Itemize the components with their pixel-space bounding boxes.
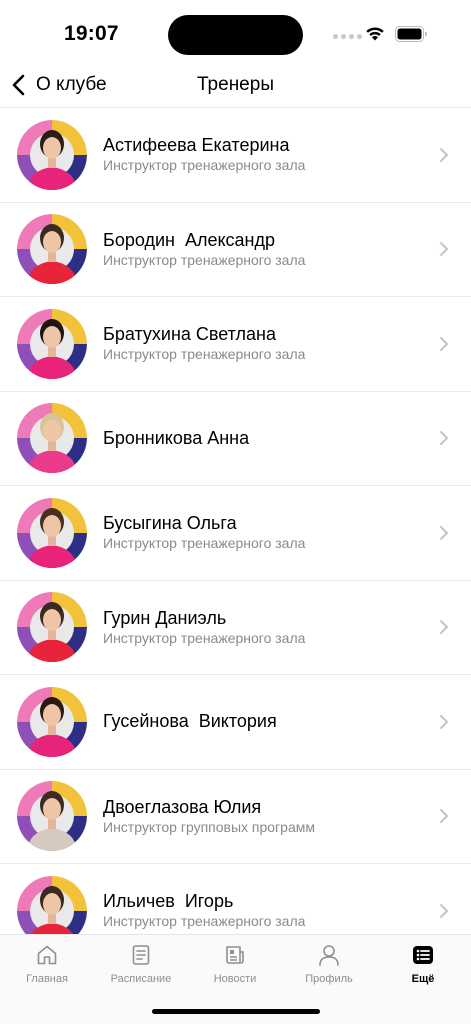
tab-label: Новости	[213, 973, 257, 985]
tab-home[interactable]: Главная	[0, 943, 94, 985]
trainer-row[interactable]: Братухина Светлана Инструктор тренажерно…	[0, 297, 471, 392]
news-icon	[226, 946, 244, 964]
tab-label: Ещё	[411, 973, 435, 985]
wifi-icon	[366, 27, 384, 41]
more-icon	[413, 946, 433, 964]
chevron-right-icon	[440, 336, 448, 351]
trainer-row[interactable]: Бусыгина Ольга Инструктор тренажерного з…	[0, 486, 471, 581]
trainer-row[interactable]: Двоеглазова Юлия Инструктор групповых пр…	[0, 770, 471, 864]
trainer-role: Инструктор тренажерного зала	[103, 629, 306, 646]
trainer-avatar	[17, 875, 87, 934]
home-indicator	[152, 1009, 320, 1014]
chevron-right-icon	[440, 147, 448, 162]
trainer-row[interactable]: Бронникова Анна	[0, 392, 471, 486]
trainer-name: Двоеглазова Юлия	[103, 796, 262, 817]
tab-schedule[interactable]: Расписание	[94, 943, 188, 985]
schedule-icon	[132, 945, 150, 965]
chevron-right-icon	[440, 242, 448, 257]
trainer-avatar	[17, 403, 87, 474]
tab-more[interactable]: Ещё	[376, 943, 470, 985]
chevron-right-icon	[440, 903, 448, 918]
trainer-role: Инструктор тренажерного зала	[103, 346, 306, 363]
tab-label: Расписание	[110, 973, 172, 985]
trainer-row[interactable]: Ильичев Игорь Инструктор тренажерного за…	[0, 864, 471, 934]
back-button[interactable]: О клубе	[10, 68, 107, 102]
trainer-role: Инструктор тренажерного зала	[103, 157, 306, 174]
trainer-avatar	[17, 781, 87, 852]
tab-news[interactable]: Новости	[188, 943, 282, 985]
trainer-row[interactable]: Бородин Александр Инструктор тренажерног…	[0, 203, 471, 297]
chevron-left-icon	[12, 74, 25, 96]
chevron-right-icon	[440, 809, 448, 824]
trainer-role: Инструктор тренажерного зала	[103, 251, 306, 268]
trainer-name: Бронникова Анна	[103, 427, 250, 448]
tab-label: Главная	[26, 973, 68, 985]
trainer-name: Ильичев Игорь	[103, 891, 234, 912]
trainer-name: Астифеева Екатерина	[103, 135, 290, 156]
chevron-right-icon	[440, 431, 448, 446]
chevron-right-icon	[440, 525, 448, 540]
back-button-label: О клубе	[36, 74, 107, 95]
trainer-avatar	[17, 119, 87, 190]
tab-profile[interactable]: Профиль	[282, 943, 376, 985]
trainer-row[interactable]: Гусейнова Виктория	[0, 675, 471, 770]
trainer-row[interactable]: Гурин Даниэль Инструктор тренажерного за…	[0, 581, 471, 675]
trainer-name: Гурин Даниэль	[103, 607, 227, 628]
status-time: 19:07	[64, 22, 119, 45]
home-icon	[37, 945, 57, 965]
cellular-signal-icon	[333, 34, 362, 39]
trainer-avatar	[17, 308, 87, 379]
profile-icon	[319, 945, 339, 966]
battery-icon	[395, 26, 427, 42]
status-bar: 19:07	[0, 0, 471, 62]
chevron-right-icon	[440, 714, 448, 729]
trainer-row[interactable]: Астифеева Екатерина Инструктор тренажерн…	[0, 108, 471, 203]
trainer-name: Бородин Александр	[103, 229, 276, 250]
trainer-role: Инструктор тренажерного зала	[103, 535, 306, 552]
chevron-right-icon	[440, 620, 448, 635]
trainer-name: Братухина Светлана	[103, 324, 276, 345]
trainer-avatar	[17, 497, 87, 568]
trainer-avatar	[17, 686, 87, 757]
dynamic-island	[168, 15, 303, 55]
trainer-name: Бусыгина Ольга	[103, 513, 237, 534]
trainer-list: Астифеева Екатерина Инструктор тренажерн…	[0, 108, 471, 934]
trainer-avatar	[17, 592, 87, 663]
tab-label: Профиль	[305, 973, 353, 985]
trainer-role: Инструктор групповых программ	[103, 818, 315, 835]
trainer-role: Инструктор тренажерного зала	[103, 913, 306, 930]
trainer-name: Гусейнова Виктория	[103, 711, 277, 732]
trainer-avatar	[17, 214, 87, 285]
navigation-bar: О клубе Тренеры	[0, 62, 471, 108]
